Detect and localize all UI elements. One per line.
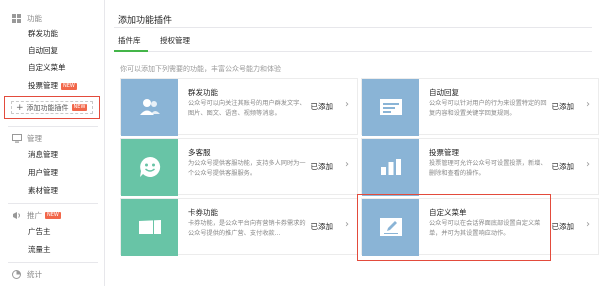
new-badge: NEW bbox=[71, 104, 88, 111]
sidebar-item-custom-menu[interactable]: 自定义菜单 bbox=[28, 62, 66, 74]
chevron-right-icon: › bbox=[345, 99, 349, 110]
plugin-thumbnail bbox=[121, 199, 178, 256]
main-content: 添加功能插件 插件库 授权管理 你可以添加下列需要的功能，丰富公众号能力和体验 … bbox=[106, 0, 600, 286]
bar-chart-icon bbox=[380, 158, 402, 178]
sidebar-group-manage: 管理 bbox=[12, 132, 42, 144]
reply-card-icon bbox=[379, 98, 403, 118]
sidebar-item-publisher[interactable]: 流量主 bbox=[28, 244, 51, 256]
sidebar-item-mass-send[interactable]: 群发功能 bbox=[28, 28, 58, 40]
hint-text: 你可以添加下列需要的功能，丰富公众号能力和体验 bbox=[120, 65, 281, 73]
chevron-right-icon: › bbox=[586, 159, 590, 170]
plugin-status: 已添加 bbox=[551, 162, 575, 171]
ticket-icon bbox=[137, 219, 163, 237]
plus-icon: + bbox=[16, 102, 24, 113]
plugin-card-auto-reply[interactable]: 自动回复 公众号可以针对用户的行为来设置特定的回复内容和设置关键字回复规则。 已… bbox=[361, 78, 599, 136]
megaphone-icon bbox=[12, 211, 21, 220]
add-plugin-highlight: + 添加功能插件 NEW bbox=[4, 96, 100, 119]
sidebar-group-title: 推广 bbox=[27, 210, 42, 220]
sidebar-divider bbox=[8, 262, 98, 263]
title-divider bbox=[114, 27, 592, 28]
sidebar-item-auto-reply[interactable]: 自动回复 bbox=[28, 45, 58, 57]
page-title: 添加功能插件 bbox=[118, 16, 173, 26]
plugin-name: 群发功能 bbox=[188, 88, 218, 97]
sidebar-item-vote[interactable]: 投票管理 NEW bbox=[28, 80, 77, 92]
plugin-description: 卡券功能，是公众平台向有营销卡券需求的公众号提供的推广营、支付收款... bbox=[188, 220, 306, 237]
plugin-description: 公众号可以向关注其账号的用户群发文字、图片、图文、语音、视频等消息。 bbox=[188, 100, 306, 117]
chevron-right-icon: › bbox=[586, 99, 590, 110]
plugin-description: 公众号可以针对用户的行为来设置特定的回复内容和设置关键字回复规则。 bbox=[429, 100, 547, 117]
add-plugin-label: 添加功能插件 bbox=[26, 103, 69, 112]
plugin-thumbnail bbox=[121, 79, 178, 136]
sidebar-group-title: 统计 bbox=[27, 269, 42, 279]
plugin-name: 多客服 bbox=[188, 148, 211, 157]
grid-icon bbox=[12, 13, 21, 23]
plugin-card-mass-send[interactable]: 群发功能 公众号可以向关注其账号的用户群发文字、图片、图文、语音、视频等消息。 … bbox=[120, 78, 358, 136]
chevron-right-icon: › bbox=[586, 219, 590, 230]
plugin-status: 已添加 bbox=[310, 222, 334, 231]
sidebar-item-materials[interactable]: 素材管理 bbox=[28, 185, 58, 197]
stats-icon bbox=[12, 269, 21, 279]
plugin-thumbnail bbox=[362, 79, 419, 136]
plugin-thumbnail bbox=[121, 139, 178, 196]
plugin-status: 已添加 bbox=[310, 102, 334, 111]
sidebar-group-promote: 推广 NEW bbox=[12, 209, 61, 221]
plugin-status: 已添加 bbox=[551, 102, 575, 111]
sidebar-divider bbox=[8, 203, 98, 204]
plugin-card-coupon[interactable]: 卡券功能 卡券功能，是公众平台向有营销卡券需求的公众号提供的推广营、支付收款..… bbox=[120, 198, 358, 256]
sidebar-item-advertiser[interactable]: 广告主 bbox=[28, 226, 51, 238]
sidebar: 功能 群发功能 自动回复 自定义菜单 投票管理 NEW + 添加功能插件 NEW … bbox=[0, 0, 105, 286]
chevron-right-icon: › bbox=[345, 219, 349, 230]
sidebar-item-label: 投票管理 bbox=[28, 81, 58, 90]
sidebar-item-messages[interactable]: 消息管理 bbox=[28, 149, 58, 161]
plugin-description: 为公众号提供客服功能，支持多人同时为一个公众号提供客服服务。 bbox=[188, 160, 306, 177]
sidebar-group-title: 管理 bbox=[27, 133, 42, 143]
plugin-name: 投票管理 bbox=[429, 148, 459, 157]
active-tab-indicator bbox=[114, 50, 148, 52]
sidebar-group-title: 功能 bbox=[27, 13, 42, 23]
tabs-divider bbox=[114, 51, 592, 52]
sidebar-divider bbox=[8, 126, 98, 127]
plugin-card-vote[interactable]: 投票管理 投票管理可允许公众号可设置投票，新增、删除和查看的操作。 已添加 › bbox=[361, 138, 599, 196]
sidebar-group-stats[interactable]: 统计 bbox=[12, 268, 42, 280]
plugin-name: 自动回复 bbox=[429, 88, 459, 97]
plugin-status: 已添加 bbox=[310, 162, 334, 171]
tab-plugin-library[interactable]: 插件库 bbox=[118, 35, 141, 47]
new-badge: NEW bbox=[61, 83, 77, 90]
plugin-status: 已添加 bbox=[551, 222, 575, 231]
users-icon bbox=[139, 98, 161, 118]
plugin-name: 卡券功能 bbox=[188, 208, 218, 217]
new-badge: NEW bbox=[45, 211, 61, 219]
smiley-icon bbox=[139, 156, 161, 180]
monitor-icon bbox=[12, 133, 22, 143]
plugin-card-multi-service[interactable]: 多客服 为公众号提供客服功能，支持多人同时为一个公众号提供客服服务。 已添加 › bbox=[120, 138, 358, 196]
tab-authorization[interactable]: 授权管理 bbox=[160, 35, 190, 47]
plugin-thumbnail bbox=[362, 139, 419, 196]
custom-menu-highlight bbox=[357, 194, 551, 261]
sidebar-group-features: 功能 bbox=[12, 12, 42, 24]
plugin-description: 投票管理可允许公众号可设置投票，新增、删除和查看的操作。 bbox=[429, 160, 547, 177]
chevron-right-icon: › bbox=[345, 159, 349, 170]
add-plugin-button[interactable]: + 添加功能插件 NEW bbox=[11, 101, 93, 114]
sidebar-item-users[interactable]: 用户管理 bbox=[28, 167, 58, 179]
